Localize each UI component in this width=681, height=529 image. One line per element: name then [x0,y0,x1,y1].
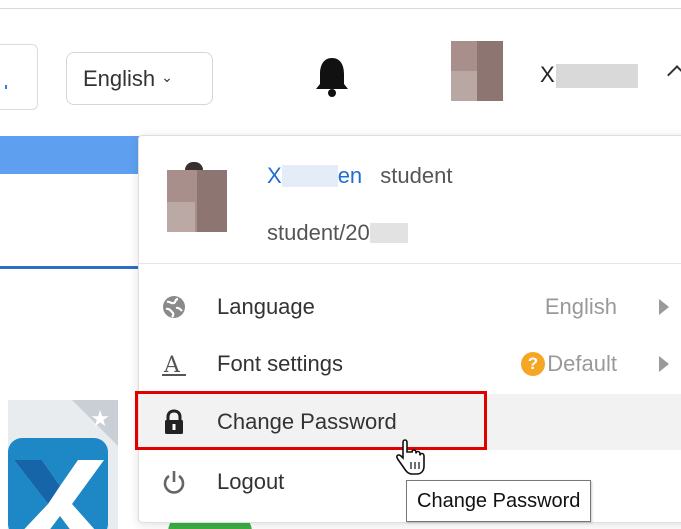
language-select[interactable]: English ⌄ [66,52,213,105]
menu-item-font-settings-label: Font settings [217,351,343,376]
input-caret [5,85,7,89]
bell-icon[interactable] [312,54,352,98]
profile-name-redacted [281,165,338,187]
menu-item-language[interactable]: Language English [139,279,681,335]
menu-item-logout-label: Logout [217,469,285,494]
menu-item-font-settings[interactable]: A Font settings ? Default [139,336,681,392]
user-avatar[interactable] [451,41,503,101]
chevron-right-icon [659,356,669,372]
profile-name-first[interactable]: X [267,163,282,188]
globe-icon [161,294,187,320]
menu-item-font-settings-value: Default [547,351,617,376]
power-icon [161,469,187,495]
tab-underline [0,266,150,269]
profile-id-text: student/20 [267,220,370,245]
app-tile[interactable]: ★ [8,400,118,529]
profile-id: student/20 [267,220,408,246]
svg-text:A: A [163,353,181,377]
highlight-box [135,391,487,450]
profile-name-last[interactable]: en [338,163,362,188]
app-logo-icon [8,438,108,529]
nav-band [0,136,150,174]
top-border [0,8,681,9]
profile-role: student [380,163,453,188]
caret-up-icon[interactable] [667,65,681,85]
help-icon[interactable]: ? [521,352,545,376]
hand-pointer-icon [396,439,425,475]
menu-item-language-value: English [544,294,617,319]
user-name-redacted [556,64,638,88]
search-input-partial[interactable] [0,44,38,110]
tooltip: Change Password [406,480,592,522]
chevron-right-icon [659,299,669,315]
menu-item-language-label: Language [217,294,315,319]
avatar [167,162,227,232]
profile-name: Xen student [267,163,452,189]
user-name-top[interactable]: X [540,62,555,88]
chevron-down-icon: ⌄ [161,69,173,85]
tooltip-text: Change Password [417,489,581,512]
font-a-icon: A [161,351,187,377]
profile-header: Xen student student/20 [139,136,681,264]
profile-id-redacted [369,223,408,243]
language-select-value: English [83,65,156,91]
